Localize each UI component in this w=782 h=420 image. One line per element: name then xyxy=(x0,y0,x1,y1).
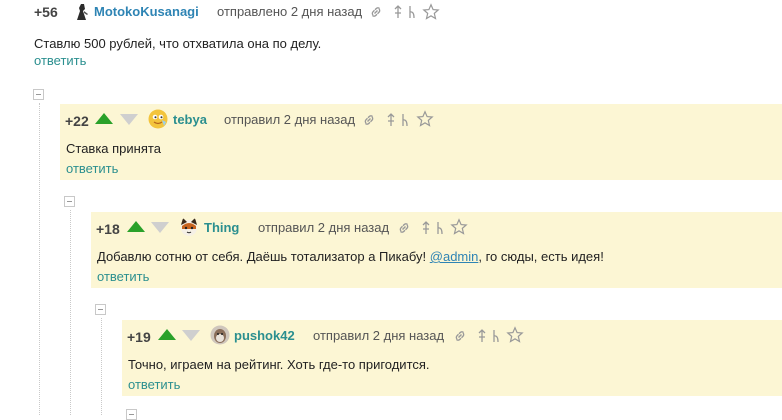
avatar-image xyxy=(148,109,168,129)
comment: +56 MotokoKusanagi отправлено 2 дня наза… xyxy=(0,0,782,75)
comment-text-before: Добавлю сотню от себя. Даёшь тотализатор… xyxy=(97,249,430,264)
comment-username[interactable]: tebya xyxy=(173,112,207,127)
avatar[interactable] xyxy=(210,325,230,345)
branch-icon[interactable] xyxy=(488,328,504,344)
star-icon[interactable] xyxy=(422,3,440,20)
vote-up-button[interactable] xyxy=(95,113,113,124)
comment: +22 tebya отправил 2 дня назад Ставка пр… xyxy=(60,104,782,180)
comment-text: Точно, играем на рейтинг. Хоть где-то пр… xyxy=(128,357,430,372)
vote-up-button[interactable] xyxy=(158,329,176,340)
comment-rating: +18 xyxy=(96,221,120,237)
comment-timestamp: отправил 2 дня назад xyxy=(224,112,356,127)
link-icon[interactable] xyxy=(361,112,377,128)
avatar[interactable] xyxy=(72,2,92,22)
comment: +18 Thing отправил 2 дня назад Добавлю с… xyxy=(91,212,782,288)
thread-line-1 xyxy=(39,103,40,415)
star-icon[interactable] xyxy=(416,110,434,127)
mention-link[interactable]: @admin xyxy=(430,249,479,264)
comment-rating: +19 xyxy=(127,329,151,345)
avatar-image xyxy=(210,325,230,345)
comment-username[interactable]: pushok42 xyxy=(234,328,295,343)
comment-timestamp: отправил 2 дня назад xyxy=(258,220,390,235)
comment-text: Ставка принята xyxy=(66,141,161,156)
comment-timestamp: отправил 2 дня назад xyxy=(313,328,445,343)
collapse-toggle[interactable] xyxy=(95,304,106,315)
comment-timestamp: отправлено 2 дня назад xyxy=(217,4,363,19)
branch-icon[interactable] xyxy=(397,112,413,128)
avatar-image xyxy=(181,218,197,236)
comment-username[interactable]: Thing xyxy=(204,220,239,235)
comment-text-after: , го сюды, есть идея! xyxy=(478,249,604,264)
comment-rating: +22 xyxy=(65,113,89,129)
vote-up-button[interactable] xyxy=(127,221,145,232)
reply-link[interactable]: ответить xyxy=(128,377,180,392)
comment-text: Добавлю сотню от себя. Даёшь тотализатор… xyxy=(97,249,604,264)
thread-line-3 xyxy=(101,318,102,415)
thread-line-2 xyxy=(70,210,71,415)
collapse-toggle[interactable] xyxy=(33,89,44,100)
comment: +19 pushok42 отправил 2 дня назад Точно,… xyxy=(122,320,782,396)
vote-down-button[interactable] xyxy=(151,222,169,233)
reply-link[interactable]: ответить xyxy=(34,53,86,68)
link-icon[interactable] xyxy=(396,220,412,236)
reply-link[interactable]: ответить xyxy=(66,161,118,176)
branch-icon[interactable] xyxy=(432,220,448,236)
avatar[interactable] xyxy=(148,109,168,129)
comment-username[interactable]: MotokoKusanagi xyxy=(94,4,199,19)
star-icon[interactable] xyxy=(506,326,524,343)
collapse-toggle[interactable] xyxy=(64,196,75,207)
star-icon[interactable] xyxy=(450,218,468,235)
avatar-image xyxy=(77,4,88,20)
comment-rating: +56 xyxy=(34,4,58,20)
vote-down-button[interactable] xyxy=(120,114,138,125)
comment-text: Ставлю 500 рублей, что отхватила она по … xyxy=(34,36,322,51)
branch-icon[interactable] xyxy=(404,4,420,20)
link-icon[interactable] xyxy=(368,4,384,20)
avatar[interactable] xyxy=(179,217,199,237)
vote-down-button[interactable] xyxy=(182,330,200,341)
reply-link[interactable]: ответить xyxy=(97,269,149,284)
link-icon[interactable] xyxy=(452,328,468,344)
